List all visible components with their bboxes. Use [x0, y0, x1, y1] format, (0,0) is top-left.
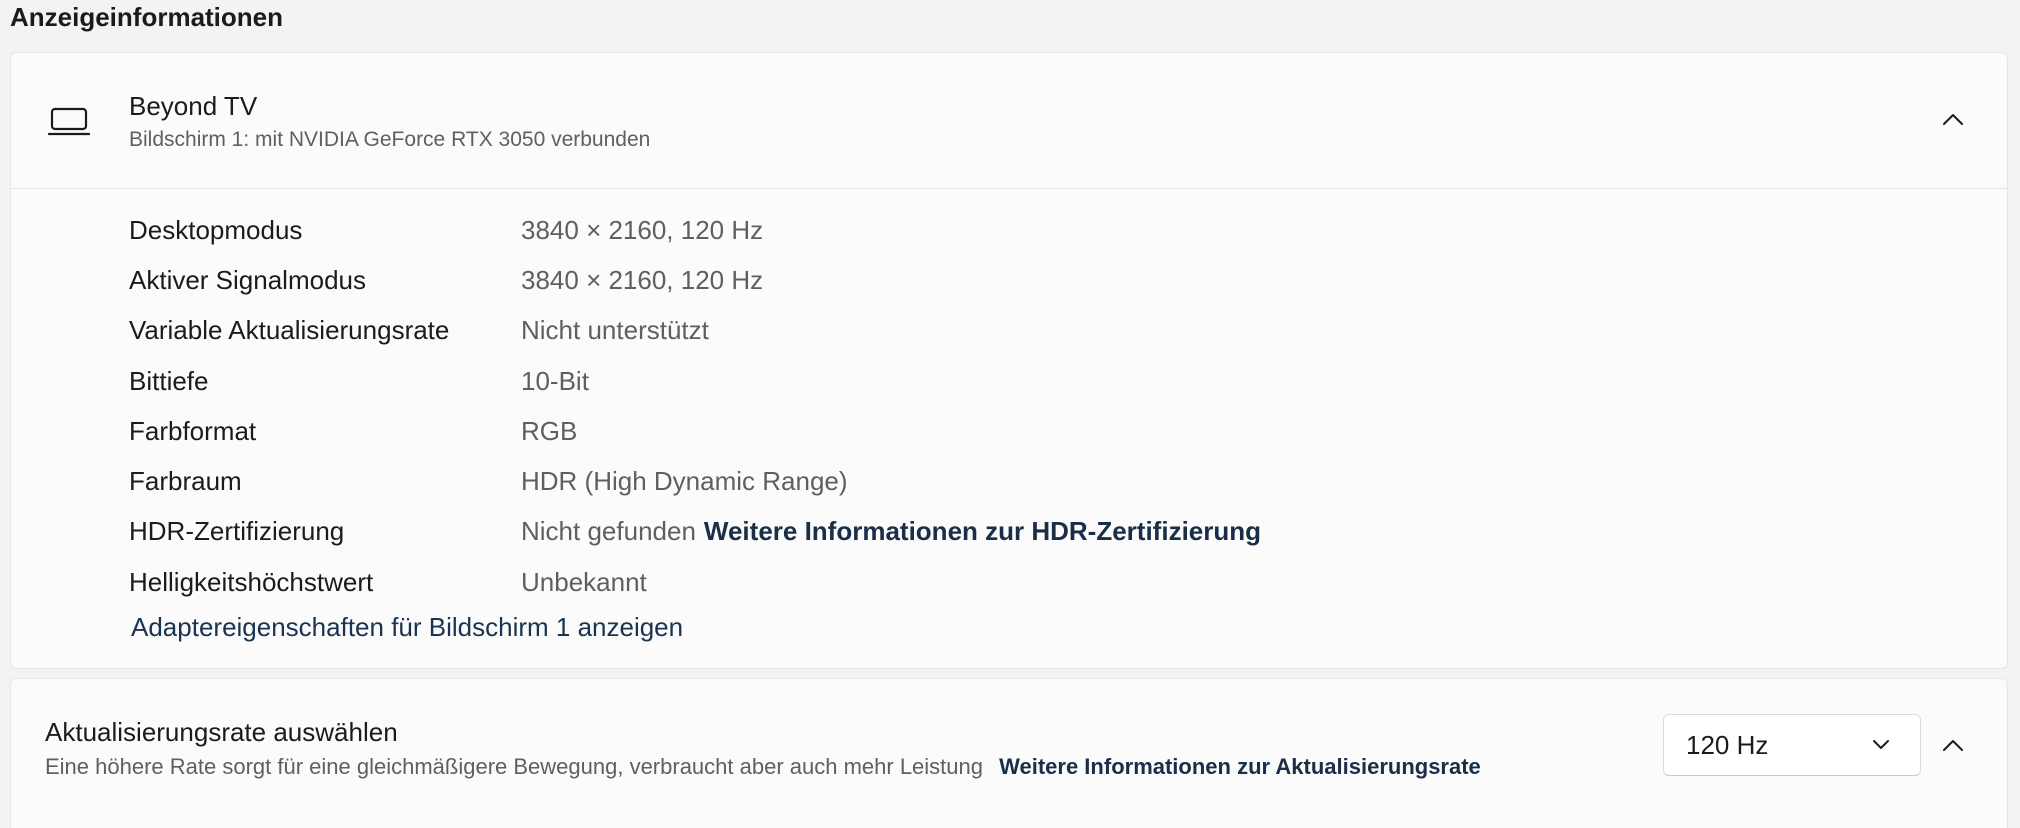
refresh-rate-info-link[interactable]: Weitere Informationen zur Aktualisierung… [999, 754, 1481, 779]
adapter-properties-link[interactable]: Adaptereigenschaften für Bildschirm 1 an… [131, 612, 683, 643]
property-row: HDR-Zertifizierung Nicht gefunden Weiter… [129, 507, 1261, 557]
display-properties: Desktopmodus 3840 × 2160, 120 Hz Aktiver… [129, 205, 1261, 607]
property-value: 3840 × 2160, 120 Hz [521, 214, 764, 245]
property-label: Farbformat [129, 415, 257, 446]
property-label: Farbraum [129, 466, 242, 497]
property-value: Nicht unterstützt [521, 315, 709, 346]
refresh-rate-description: Eine höhere Rate sorgt für eine gleichmä… [45, 754, 1481, 780]
property-row: Bittiefe 10-Bit [129, 356, 1261, 406]
property-label: Aktiver Signalmodus [129, 264, 366, 295]
hdr-certification-link[interactable]: Weitere Informationen zur HDR-Zertifizie… [704, 516, 1261, 547]
property-label: Helligkeitshöchstwert [129, 566, 374, 597]
property-value: HDR (High Dynamic Range) [521, 466, 848, 497]
settings-page: Anzeigeinformationen Beyond TV Bildschir… [0, 0, 2020, 828]
property-value: 10-Bit [521, 365, 589, 396]
display-name: Beyond TV [129, 91, 258, 121]
laptop-icon [48, 107, 90, 136]
refresh-rate-title: Aktualisierungsrate auswählen [45, 717, 398, 747]
chevron-up-icon [1943, 740, 1963, 751]
property-value: Nicht gefunden [521, 516, 696, 547]
refresh-rate-dropdown[interactable]: 120 Hz [1663, 714, 1921, 776]
display-header[interactable]: Beyond TV Bildschirm 1: mit NVIDIA GeFor… [11, 53, 2007, 189]
collapse-display-button[interactable] [1933, 99, 1973, 139]
refresh-rate-selected-value: 120 Hz [1686, 730, 1769, 760]
chevron-up-icon [1943, 114, 1963, 125]
chevron-down-icon [1873, 740, 1889, 749]
property-label: Variable Aktualisierungsrate [129, 315, 450, 346]
property-row: Desktopmodus 3840 × 2160, 120 Hz [129, 205, 1261, 255]
section-title: Anzeigeinformationen [10, 2, 284, 32]
property-label: Bittiefe [129, 365, 209, 396]
property-value: Unbekannt [521, 566, 647, 597]
property-row: Variable Aktualisierungsrate Nicht unter… [129, 306, 1261, 356]
property-label: HDR-Zertifizierung [129, 516, 345, 547]
property-row: Aktiver Signalmodus 3840 × 2160, 120 Hz [129, 255, 1261, 305]
property-value: RGB [521, 415, 578, 446]
property-row: Helligkeitshöchstwert Unbekannt [129, 557, 1261, 607]
property-row: Farbformat RGB [129, 406, 1261, 456]
display-subtitle: Bildschirm 1: mit NVIDIA GeForce RTX 305… [129, 128, 651, 151]
property-value: 3840 × 2160, 120 Hz [521, 264, 764, 295]
display-info-card: Beyond TV Bildschirm 1: mit NVIDIA GeFor… [10, 52, 2008, 669]
collapse-refresh-button[interactable] [1933, 725, 1973, 765]
property-label: Desktopmodus [129, 214, 303, 245]
property-row: Farbraum HDR (High Dynamic Range) [129, 456, 1261, 506]
refresh-rate-card: Aktualisierungsrate auswählen Eine höher… [10, 678, 2008, 828]
refresh-rate-description-text: Eine höhere Rate sorgt für eine gleichmä… [45, 754, 983, 779]
